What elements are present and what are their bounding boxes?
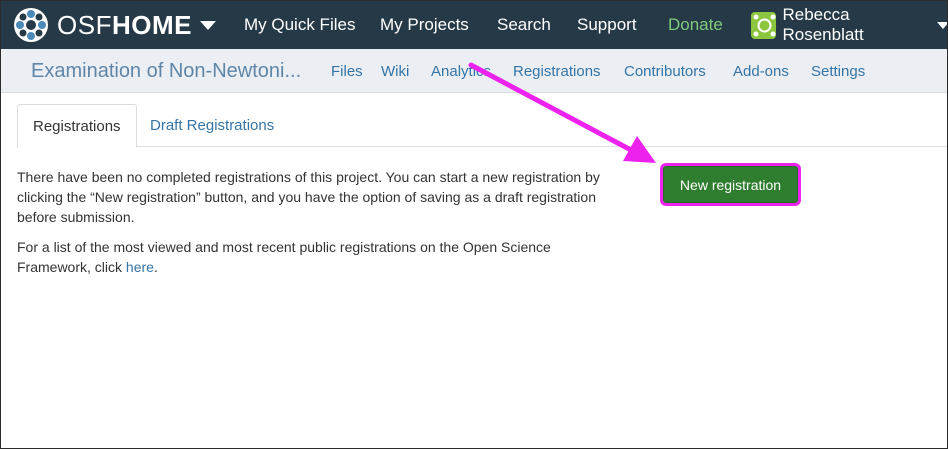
top-navbar: OSF HOME My Quick Files My Projects Searc… xyxy=(1,1,947,49)
project-nav-analytics[interactable]: Analytics xyxy=(431,49,491,93)
message-line: Framework, click here. xyxy=(17,257,551,277)
caret-down-icon xyxy=(199,20,216,30)
message-text: . xyxy=(153,259,158,275)
nav-search[interactable]: Search xyxy=(497,1,551,49)
avatar xyxy=(751,11,777,39)
no-registrations-message: There have been no completed registratio… xyxy=(17,167,600,227)
project-title[interactable]: Examination of Non-Newtoni... xyxy=(31,49,301,93)
nav-donate[interactable]: Donate xyxy=(668,1,723,49)
project-nav-wiki[interactable]: Wiki xyxy=(381,49,409,93)
message-text: Framework, click xyxy=(17,259,126,275)
registration-tabs: Registrations Draft Registrations xyxy=(17,104,947,148)
nav-my-quick-files[interactable]: My Quick Files xyxy=(244,1,355,49)
here-link[interactable]: here xyxy=(126,259,154,275)
page-frame: OSF HOME My Quick Files My Projects Searc… xyxy=(0,0,948,449)
project-nav-registrations[interactable]: Registrations xyxy=(513,49,601,93)
public-registrations-message: For a list of the most viewed and most r… xyxy=(17,237,551,277)
osf-logo-icon xyxy=(14,8,48,42)
tab-draft-registrations[interactable]: Draft Registrations xyxy=(135,104,289,147)
user-menu[interactable]: Rebecca Rosenblatt xyxy=(751,1,947,49)
nav-support[interactable]: Support xyxy=(577,1,637,49)
project-nav-settings[interactable]: Settings xyxy=(811,49,865,93)
project-nav-contributors[interactable]: Contributors xyxy=(624,49,706,93)
message-line: For a list of the most viewed and most r… xyxy=(17,239,551,255)
project-nav-files[interactable]: Files xyxy=(331,49,363,93)
message-line: clicking the “New registration” button, … xyxy=(17,189,596,205)
brand-osf-text: OSF xyxy=(57,9,112,40)
user-name: Rebecca Rosenblatt xyxy=(782,5,864,44)
nav-my-projects[interactable]: My Projects xyxy=(380,1,469,49)
caret-down-icon xyxy=(937,21,947,29)
brand-home-text: HOME xyxy=(111,9,192,40)
message-line: There have been no completed registratio… xyxy=(17,169,600,185)
message-line: before submission. xyxy=(17,209,135,225)
project-navbar: Examination of Non-Newtoni... Files Wiki… xyxy=(1,49,947,93)
brand-menu[interactable]: OSF HOME xyxy=(13,1,216,49)
avatar-pattern-icon xyxy=(751,11,777,39)
tab-registrations[interactable]: Registrations xyxy=(17,104,137,148)
new-registration-button[interactable]: New registration xyxy=(663,166,798,203)
project-nav-addons[interactable]: Add-ons xyxy=(733,49,789,93)
